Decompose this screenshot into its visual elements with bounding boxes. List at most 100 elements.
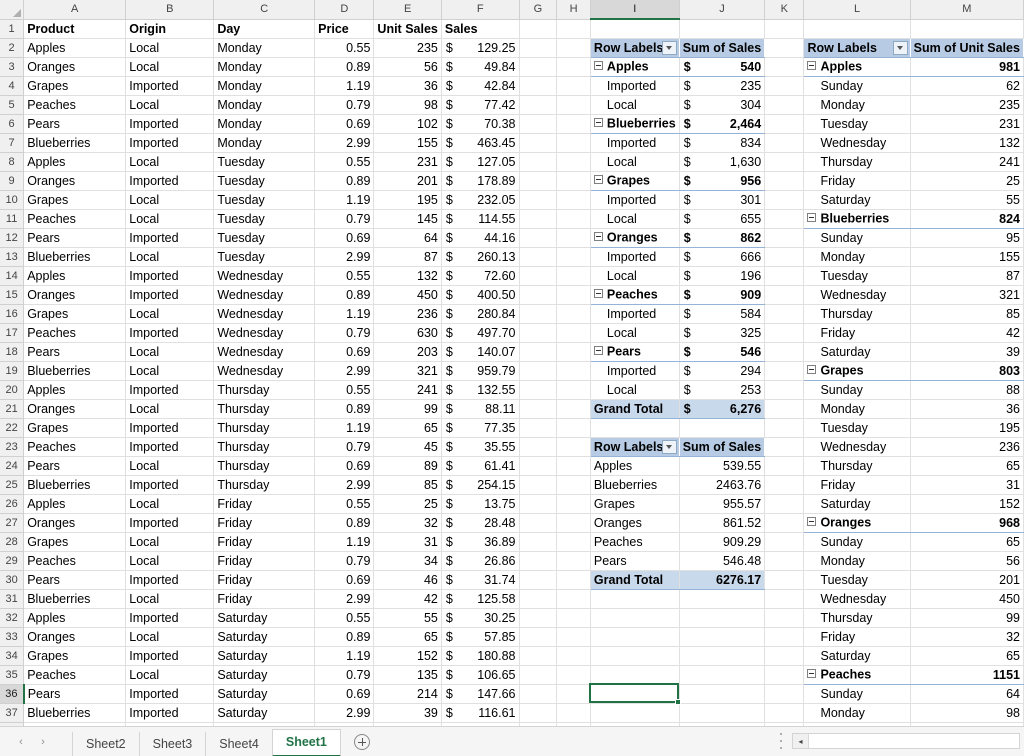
cell-origin[interactable]: Imported (125, 703, 215, 723)
sheet-tab-sheet3[interactable]: Sheet3 (138, 731, 207, 756)
cell-empty-H[interactable] (556, 494, 591, 514)
row-header-16[interactable]: 16 (0, 304, 25, 324)
cell-empty-J[interactable] (679, 418, 766, 438)
column-header-M[interactable]: M (910, 0, 1024, 20)
cell-origin[interactable]: Local (125, 589, 215, 609)
cell-product[interactable]: Oranges (23, 57, 127, 77)
pivot3-child-value[interactable]: 155 (910, 247, 1024, 267)
cell-day[interactable]: Tuesday (213, 190, 316, 210)
cell-empty-G[interactable] (519, 228, 558, 248)
pivot-grand-total-label[interactable]: Grand Total (590, 569, 680, 590)
cell-empty-H[interactable] (556, 399, 591, 419)
cell-empty-K[interactable] (764, 209, 805, 229)
column-header-L[interactable]: L (803, 0, 911, 20)
pivot-child-value[interactable]: $253 (679, 380, 766, 400)
cell-day[interactable]: Thursday (213, 475, 316, 495)
cell-day[interactable]: Thursday (213, 399, 316, 419)
pivot3-child-row[interactable]: Sunday (803, 380, 911, 400)
cell-product[interactable]: Oranges (23, 399, 127, 419)
cell-unit-sales[interactable]: 31 (373, 532, 442, 552)
cell-unit-sales[interactable]: 39 (373, 703, 442, 723)
cell-price[interactable]: 0.69 (314, 570, 375, 590)
cell-empty-G[interactable] (519, 665, 558, 685)
pivot-group-row[interactable]: Peaches (590, 284, 680, 305)
pivot3-child-value[interactable]: 64 (910, 684, 1024, 704)
row-header-30[interactable]: 30 (0, 570, 25, 590)
pivot-child-row[interactable]: Imported (590, 76, 680, 96)
cell-empty-K[interactable] (764, 665, 805, 685)
cell-price[interactable]: 2.99 (314, 589, 375, 609)
data-header-product[interactable]: Product (23, 19, 127, 39)
cell-unit-sales[interactable]: 231 (373, 152, 442, 172)
pivot3-child-row[interactable]: Friday (803, 627, 911, 647)
cell-empty-M[interactable] (910, 19, 1024, 39)
cell-origin[interactable]: Local (125, 304, 215, 324)
cell-sales[interactable]: $114.55 (441, 209, 520, 229)
row-header-28[interactable]: 28 (0, 532, 25, 552)
column-header-I[interactable]: I (590, 0, 680, 20)
cell-day[interactable]: Thursday (213, 380, 316, 400)
cell-day[interactable]: Friday (213, 513, 316, 533)
cell-empty-H[interactable] (556, 589, 591, 609)
pivot3-child-value[interactable]: 241 (910, 152, 1024, 172)
cell-origin[interactable]: Local (125, 38, 215, 58)
cell-empty-H[interactable] (556, 437, 591, 457)
pivot3-child-value[interactable]: 98 (910, 703, 1024, 723)
cell-empty-K[interactable] (764, 608, 805, 628)
cell-origin[interactable]: Local (125, 247, 215, 267)
pivot3-child-row[interactable]: Monday (803, 247, 911, 267)
cell-empty-K[interactable] (764, 418, 805, 438)
horizontal-scroll-area[interactable]: ◂ (774, 726, 1024, 756)
cell-price[interactable]: 0.89 (314, 171, 375, 191)
cell-day[interactable]: Wednesday (213, 342, 316, 362)
cell-product[interactable]: Apples (23, 380, 127, 400)
pivot3-row-labels-header[interactable]: Row Labels (803, 38, 911, 58)
row-header-9[interactable]: 9 (0, 171, 25, 191)
cell-origin[interactable]: Local (125, 152, 215, 172)
pivot3-child-value[interactable]: 39 (910, 342, 1024, 362)
cell-empty-H[interactable] (556, 342, 591, 362)
pivot3-group-row[interactable]: Apples (803, 56, 911, 77)
cell-sales[interactable]: $72.60 (441, 266, 520, 286)
filter-dropdown-icon[interactable] (661, 40, 677, 55)
cell-price[interactable]: 0.55 (314, 380, 375, 400)
pivot3-child-value[interactable]: 65 (910, 456, 1024, 476)
pivot-value-header[interactable]: Sum of Sales (679, 38, 766, 58)
row-header-3[interactable]: 3 (0, 57, 25, 77)
row-header-15[interactable]: 15 (0, 285, 25, 305)
pivot3-group-row[interactable]: Oranges (803, 512, 911, 533)
column-header-B[interactable]: B (125, 0, 215, 20)
cell-origin[interactable]: Imported (125, 684, 215, 704)
cell-price[interactable]: 0.55 (314, 494, 375, 514)
cell-empty-G[interactable] (519, 627, 558, 647)
pivot-child-value[interactable]: $834 (679, 133, 766, 153)
pivot-row-value[interactable]: 546.48 (679, 551, 766, 571)
cell-origin[interactable]: Local (125, 532, 215, 552)
cell-origin[interactable]: Imported (125, 380, 215, 400)
cell-day[interactable]: Monday (213, 57, 316, 77)
pivot-child-row[interactable]: Local (590, 152, 680, 172)
row-header-14[interactable]: 14 (0, 266, 25, 286)
cell-empty-J[interactable] (679, 19, 766, 39)
cell-unit-sales[interactable]: 214 (373, 684, 442, 704)
pivot3-child-value[interactable]: 88 (910, 380, 1024, 400)
pivot3-child-row[interactable]: Monday (803, 703, 911, 723)
cell-empty-H[interactable] (556, 608, 591, 628)
cell-sales[interactable]: $280.84 (441, 304, 520, 324)
pivot3-child-value[interactable]: 85 (910, 304, 1024, 324)
pivot3-group-row[interactable]: Grapes (803, 360, 911, 381)
pivot3-child-value[interactable]: 62 (910, 76, 1024, 96)
cell-unit-sales[interactable]: 99 (373, 399, 442, 419)
cell-origin[interactable]: Local (125, 190, 215, 210)
cell-price[interactable]: 0.89 (314, 627, 375, 647)
cell-origin[interactable]: Imported (125, 513, 215, 533)
cell-sales[interactable]: $70.38 (441, 114, 520, 134)
cell-unit-sales[interactable]: 201 (373, 171, 442, 191)
pivot3-child-row[interactable]: Monday (803, 399, 911, 419)
data-header-price[interactable]: Price (314, 19, 375, 39)
pivot3-child-row[interactable]: Wednesday (803, 133, 911, 153)
pivot3-child-value[interactable]: 235 (910, 95, 1024, 115)
cell-price[interactable]: 0.69 (314, 456, 375, 476)
cell-sales[interactable]: $31.74 (441, 570, 520, 590)
cell-product[interactable]: Apples (23, 494, 127, 514)
